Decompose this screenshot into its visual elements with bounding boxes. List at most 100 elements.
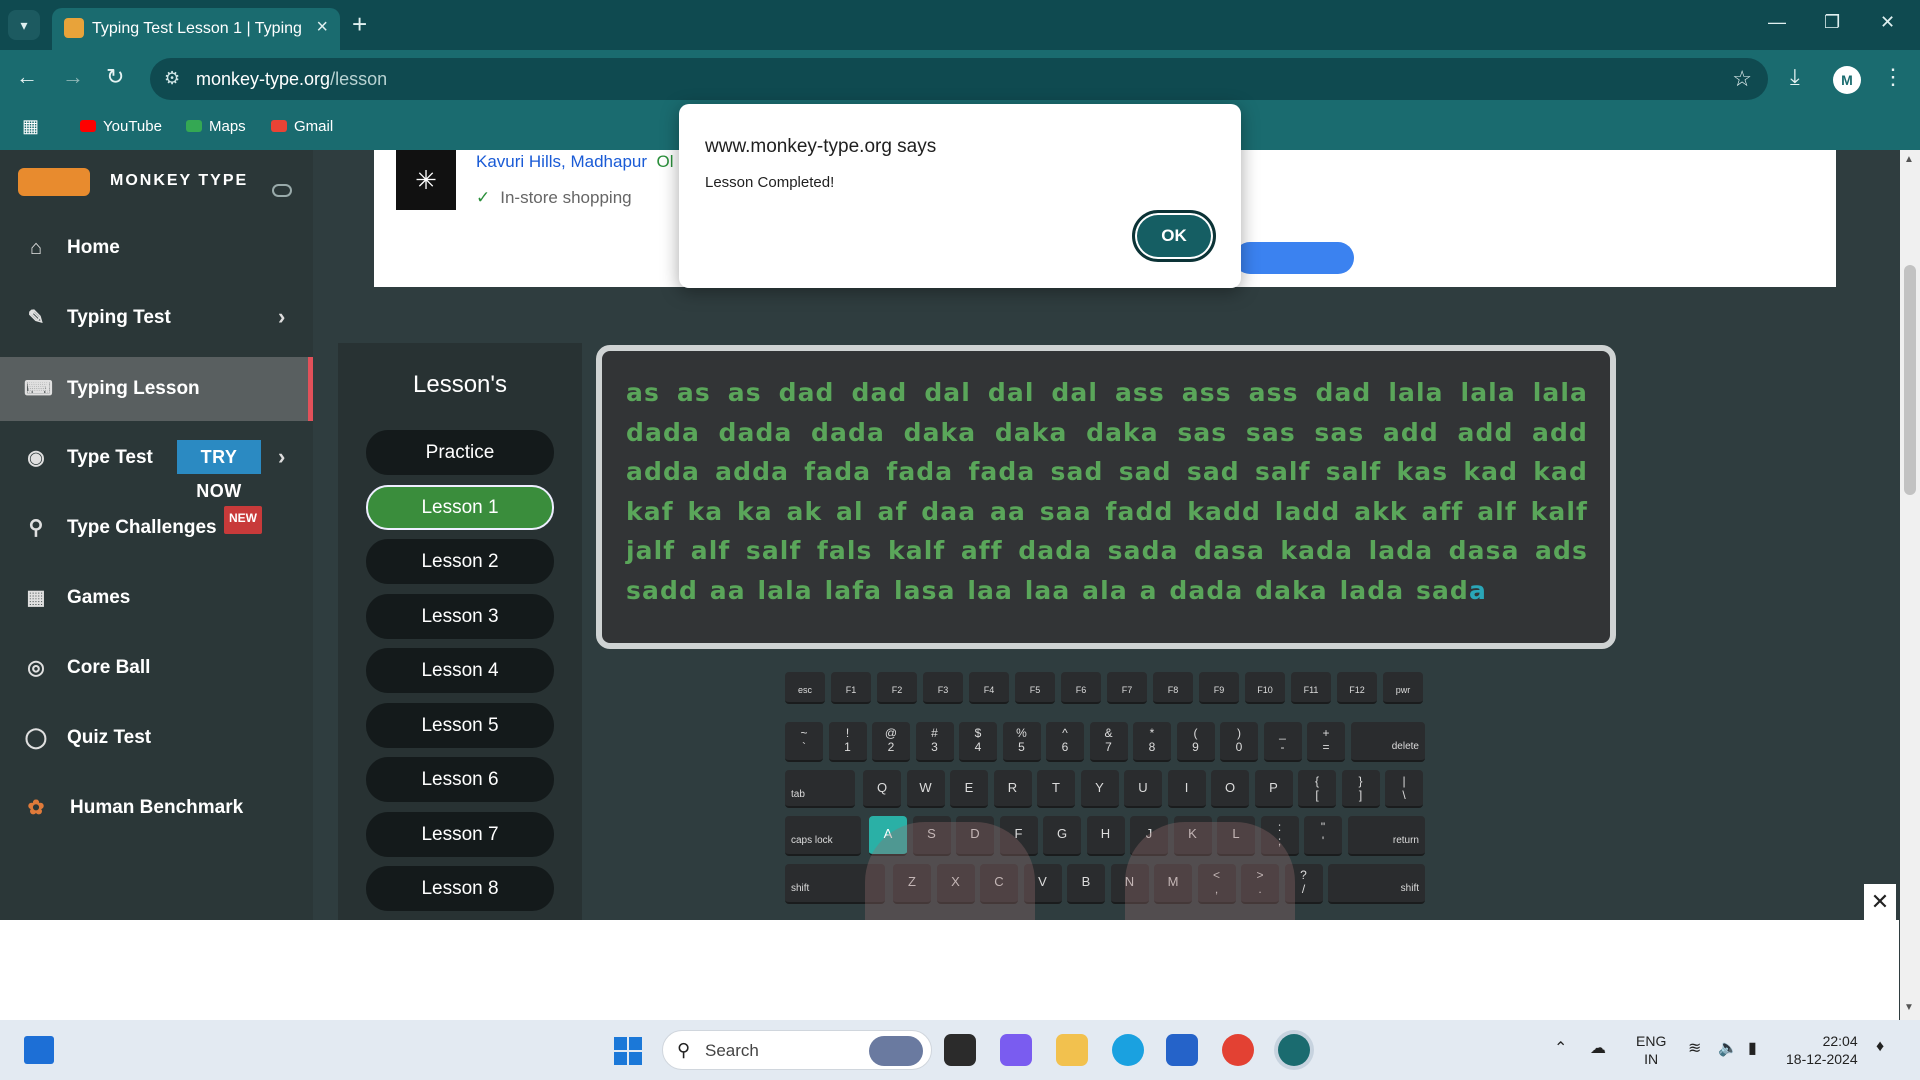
profile-avatar[interactable]: M: [1833, 66, 1861, 94]
page-scrollbar[interactable]: ▲ ▼: [1900, 150, 1920, 1020]
key-num-4[interactable]: $4: [959, 722, 997, 762]
close-window-icon[interactable]: ✕: [1880, 12, 1895, 33]
sidebar-item-human-benchmark[interactable]: ✿ Human Benchmark: [0, 776, 313, 840]
key-f11[interactable]: F11: [1291, 672, 1331, 704]
chrome-icon[interactable]: [1222, 1034, 1254, 1066]
key-f12[interactable]: F12: [1337, 672, 1377, 704]
tray-chevron-icon[interactable]: ⌃: [1554, 1038, 1567, 1058]
key-caps-lock[interactable]: caps lock: [785, 816, 861, 856]
key-pwr[interactable]: pwr: [1383, 672, 1423, 704]
store-icon[interactable]: [1166, 1034, 1198, 1066]
bookmark-youtube[interactable]: YouTube: [80, 118, 162, 135]
scroll-up-icon[interactable]: ▲: [1904, 154, 1914, 165]
key-return[interactable]: return: [1347, 816, 1425, 856]
key-u[interactable]: U: [1124, 770, 1162, 808]
key-sym-a-1[interactable]: " ': [1304, 816, 1342, 856]
tab-search-button[interactable]: ▾: [8, 10, 40, 40]
key-f2[interactable]: F2: [877, 672, 917, 704]
key-num-8[interactable]: * 8: [1133, 722, 1171, 762]
lesson-5-button[interactable]: Lesson 5: [366, 703, 554, 748]
bookmark-gmail[interactable]: Gmail: [271, 118, 333, 135]
taskbar-search[interactable]: ⚲ Search: [662, 1030, 932, 1070]
key-num-6[interactable]: ^ 6: [1046, 722, 1084, 762]
key-f10[interactable]: F10: [1245, 672, 1285, 704]
language-indicator[interactable]: ENG IN: [1636, 1032, 1666, 1068]
key-num-0[interactable]: ~ `: [785, 722, 823, 762]
lesson-1-button[interactable]: Lesson 1: [366, 485, 554, 530]
notification-bell-icon[interactable]: ♦: [1876, 1038, 1884, 1056]
lesson-7-button[interactable]: Lesson 7: [366, 812, 554, 857]
key-f9[interactable]: F9: [1199, 672, 1239, 704]
file-explorer-icon[interactable]: [1056, 1034, 1088, 1066]
site-info-icon[interactable]: ⚙: [164, 68, 180, 89]
key-num-1[interactable]: ! 1: [828, 722, 867, 762]
key-f8[interactable]: F8: [1153, 672, 1193, 704]
sidebar-item-games[interactable]: ▦ Games: [0, 566, 313, 630]
clock[interactable]: 22:04 18-12-2024: [1786, 1032, 1858, 1068]
key-g[interactable]: G: [1043, 816, 1081, 856]
minimize-icon[interactable]: —: [1768, 12, 1786, 33]
lesson-4-button[interactable]: Lesson 4: [366, 648, 554, 693]
volume-icon[interactable]: 🔈: [1718, 1038, 1738, 1058]
key-i[interactable]: I: [1167, 770, 1206, 808]
key-w[interactable]: W: [906, 770, 945, 808]
key-num-10[interactable]: ) 0: [1220, 722, 1258, 762]
key-f5[interactable]: F5: [1015, 672, 1055, 704]
key-sym-q-2[interactable]: | \: [1385, 770, 1423, 808]
key-f4[interactable]: F4: [969, 672, 1009, 704]
sidebar-item-quiz-test[interactable]: ◯ Quiz Test: [0, 706, 313, 770]
close-ad-icon[interactable]: ✕: [1864, 884, 1896, 920]
key-b[interactable]: B: [1067, 864, 1105, 904]
key-f1[interactable]: F1: [831, 672, 871, 704]
sidebar-item-typing-test[interactable]: ✎ Typing Test ›: [0, 286, 313, 350]
key-r[interactable]: R: [993, 770, 1032, 808]
key-tab[interactable]: tab: [785, 770, 855, 808]
key-num-12[interactable]: + =: [1307, 722, 1345, 762]
address-bar[interactable]: ⚙ monkey-type.org/lesson ☆: [150, 58, 1768, 100]
key-num-11[interactable]: _ -: [1263, 722, 1302, 762]
bookmark-maps[interactable]: Maps: [186, 118, 246, 135]
battery-icon[interactable]: ▮: [1748, 1038, 1757, 1058]
key-p[interactable]: P: [1254, 770, 1293, 808]
copilot-icon[interactable]: [1000, 1034, 1032, 1066]
key-delete[interactable]: delete: [1350, 722, 1425, 762]
lesson-2-button[interactable]: Lesson 2: [366, 539, 554, 584]
lesson-6-button[interactable]: Lesson 6: [366, 757, 554, 802]
ad-button[interactable]: [1234, 242, 1354, 274]
key-o[interactable]: O: [1211, 770, 1249, 808]
key-f7[interactable]: F7: [1107, 672, 1147, 704]
lesson-3-button[interactable]: Lesson 3: [366, 594, 554, 639]
bookmark-star-icon[interactable]: ☆: [1732, 66, 1752, 92]
key-f6[interactable]: F6: [1061, 672, 1101, 704]
chrome-profile-icon[interactable]: [1278, 1034, 1310, 1066]
browser-tab-active[interactable]: Typing Test Lesson 1 | Typing Te ×: [52, 8, 340, 50]
sidebar-item-home[interactable]: ⌂ Home: [0, 216, 313, 280]
task-view-icon[interactable]: [944, 1034, 976, 1066]
scroll-down-icon[interactable]: ▼: [1904, 1002, 1914, 1013]
sidebar-item-type-challenges[interactable]: ⚲ Type Challenges NEW: [0, 496, 313, 560]
key-num-3[interactable]: #3: [915, 722, 954, 762]
typing-area[interactable]: as as as dad dad dal dal dal ass ass ass…: [596, 345, 1616, 649]
forward-icon[interactable]: →: [62, 64, 84, 90]
key-y[interactable]: Y: [1080, 770, 1119, 808]
key-num-5[interactable]: % 5: [1002, 722, 1041, 762]
download-icon[interactable]: ⤓: [1790, 64, 1800, 90]
sidebar-item-typing-lesson[interactable]: ⌨ Typing Lesson: [0, 357, 313, 421]
lesson-practice-button[interactable]: Practice: [366, 430, 554, 475]
reload-icon[interactable]: ↻: [106, 64, 124, 90]
key-num-2[interactable]: @2: [872, 722, 910, 762]
monkey-logo[interactable]: [18, 168, 90, 196]
close-tab-icon[interactable]: ×: [316, 16, 328, 39]
theme-toggle[interactable]: [272, 184, 292, 197]
key-e[interactable]: E: [950, 770, 988, 808]
apps-grid-icon[interactable]: ▦: [22, 116, 39, 137]
key-shift-right[interactable]: shift: [1328, 864, 1425, 904]
key-sym-q-0[interactable]: {[: [1298, 770, 1336, 808]
sidebar-item-core-ball[interactable]: ◎ Core Ball: [0, 636, 313, 700]
key-num-9[interactable]: (9: [1176, 722, 1215, 762]
menu-kebab-icon[interactable]: ⋮: [1882, 64, 1904, 90]
key-t[interactable]: T: [1037, 770, 1075, 808]
onedrive-icon[interactable]: ☁: [1590, 1038, 1606, 1058]
edge-icon[interactable]: [1112, 1034, 1144, 1066]
ad-location[interactable]: Kavuri Hills, Madhapur Ol: [476, 152, 673, 172]
